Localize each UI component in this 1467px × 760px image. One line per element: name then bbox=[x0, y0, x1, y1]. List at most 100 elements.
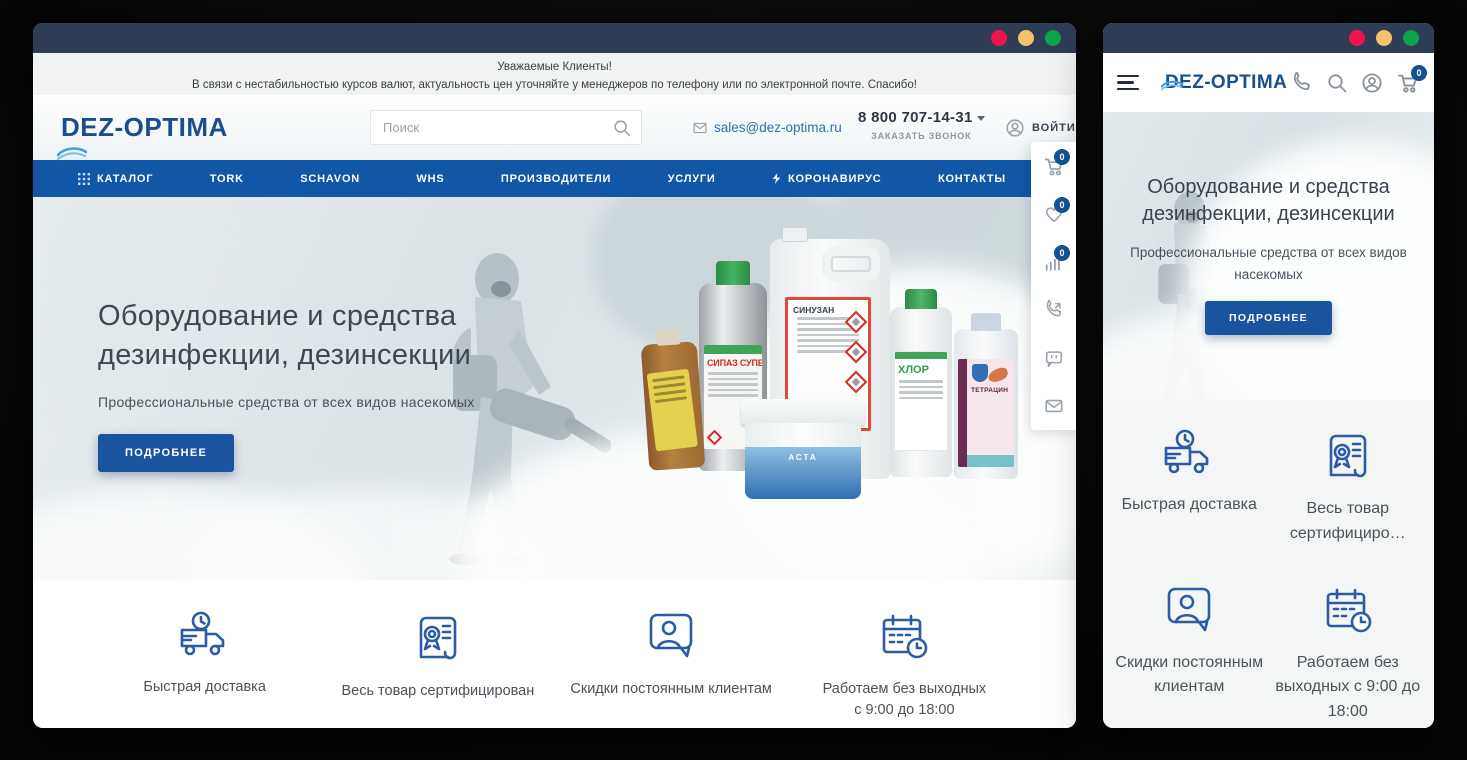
chat-panel-button[interactable] bbox=[1031, 334, 1076, 382]
chat-icon bbox=[1044, 349, 1064, 368]
hero-details-button[interactable]: ПОДРОБНЕЕ bbox=[1205, 301, 1332, 335]
product-title: АСТА bbox=[745, 447, 861, 499]
feature-label: Скидки постоянным клиентам bbox=[1113, 651, 1266, 701]
feature-delivery: Быстрая доставка bbox=[88, 610, 321, 728]
email-link[interactable]: sales@dez-optima.ru bbox=[693, 120, 842, 135]
close-window-button[interactable] bbox=[991, 30, 1007, 46]
nav-label: TORK bbox=[210, 173, 244, 185]
hero-title: Оборудование и средства дезинфекции, дез… bbox=[1119, 174, 1418, 228]
hamburger-menu-icon[interactable] bbox=[1117, 71, 1139, 95]
feature-certified: Весь товар сертифициро… bbox=[1272, 428, 1425, 550]
account-icon bbox=[1361, 72, 1383, 94]
certificate-icon bbox=[1323, 428, 1373, 482]
email-text: sales@dez-optima.ru bbox=[714, 120, 842, 135]
wishlist-panel-button[interactable]: 0 bbox=[1031, 190, 1076, 238]
mobile-browser-window: DEZ-OPTIMA bbox=[1103, 23, 1434, 728]
login-label: ВОЙТИ bbox=[1032, 122, 1076, 134]
product-bottle-hlor: ХЛОР bbox=[890, 307, 952, 477]
minimize-window-button[interactable] bbox=[1376, 30, 1392, 46]
floating-side-panel: 0 0 0 bbox=[1031, 142, 1076, 430]
product-title: ХЛОР bbox=[895, 359, 947, 378]
desktop-titlebar bbox=[33, 23, 1076, 53]
feature-schedule: Работаем без выходныхс 9:00 до 18:00 bbox=[788, 610, 1021, 728]
close-window-button[interactable] bbox=[1349, 30, 1365, 46]
nav-item-schavon[interactable]: SCHAVON bbox=[300, 173, 360, 185]
nav-label: WHS bbox=[416, 173, 444, 185]
nav-item-services[interactable]: УСЛУГИ bbox=[668, 173, 716, 185]
feature-label: Быстрая доставка bbox=[88, 677, 321, 698]
shield-icon bbox=[972, 364, 988, 382]
nav-item-whs[interactable]: WHS bbox=[416, 173, 444, 185]
nav-label: ПРОИЗВОДИТЕЛИ bbox=[501, 173, 611, 185]
notice-bar: Уважаемые Клиенты! В связи с нестабильно… bbox=[33, 53, 1076, 95]
truck-clock-icon bbox=[174, 610, 236, 660]
feature-label: Весь товар сертифицирован bbox=[321, 681, 554, 702]
grid-icon bbox=[78, 173, 90, 185]
hero-title: Оборудование и средства дезинфекции, дез… bbox=[98, 297, 475, 374]
person-chat-icon bbox=[643, 610, 699, 662]
mobile-cart-button[interactable]: 0 bbox=[1396, 72, 1420, 94]
nav-item-contacts[interactable]: КОНТАКТЫ bbox=[938, 173, 1006, 185]
product-bottle-brown bbox=[641, 341, 706, 471]
feature-certified: Весь товар сертифицирован bbox=[321, 610, 554, 728]
nav-label: КОРОНАВИРУС bbox=[788, 173, 882, 185]
product-title: ТЕТРАЦИН bbox=[971, 387, 1008, 394]
feature-discounts: Скидки постоянным клиентам bbox=[555, 610, 788, 728]
hazard-diamond-icon bbox=[707, 430, 723, 446]
lightning-icon bbox=[772, 172, 781, 185]
zoom-window-button[interactable] bbox=[1045, 30, 1061, 46]
canister-handle bbox=[822, 247, 880, 281]
main-navigation: КАТАЛОГ TORK SCHAVON WHS ПРОИЗВОДИТЕЛИ У… bbox=[33, 160, 1076, 197]
stage-background: Уважаемые Клиенты! В связи с нестабильно… bbox=[0, 0, 1467, 760]
login-button[interactable]: ВОЙТИ bbox=[1005, 118, 1076, 138]
hero-copy: Оборудование и средства дезинфекции, дез… bbox=[98, 297, 475, 472]
mobile-brand-logo[interactable]: DEZ-OPTIMA bbox=[1165, 72, 1287, 94]
nav-item-tork[interactable]: TORK bbox=[210, 173, 244, 185]
hero-details-button[interactable]: ПОДРОБНЕЕ bbox=[98, 434, 234, 472]
nav-label: КОНТАКТЫ bbox=[938, 173, 1006, 185]
callback-link[interactable]: ЗАКАЗАТЬ ЗВОНОК bbox=[858, 131, 985, 141]
mobile-titlebar bbox=[1103, 23, 1434, 53]
feature-label: Работаем без выходных с 9:00 до 18:00 bbox=[1272, 651, 1425, 725]
notice-line1: Уважаемые Клиенты! bbox=[33, 59, 1076, 77]
nav-item-catalog[interactable]: КАТАЛОГ bbox=[78, 173, 153, 185]
phone-callback-icon bbox=[1044, 300, 1064, 320]
mobile-features-grid: Быстрая доставка Весь товар сертифициро… bbox=[1103, 400, 1434, 728]
chevron-down-icon bbox=[977, 116, 985, 121]
nav-label: SCHAVON bbox=[300, 173, 360, 185]
phone-block[interactable]: 8 800 707-14-31 ЗАКАЗАТЬ ЗВОНОК bbox=[858, 109, 985, 141]
cart-count-badge: 0 bbox=[1054, 149, 1070, 165]
brand-logo[interactable]: DEZ-OPTIMA bbox=[61, 112, 228, 143]
nav-item-manufacturers[interactable]: ПРОИЗВОДИТЕЛИ bbox=[501, 173, 611, 185]
search-button[interactable] bbox=[603, 111, 641, 144]
wishlist-count-badge: 0 bbox=[1054, 197, 1070, 213]
zoom-window-button[interactable] bbox=[1403, 30, 1419, 46]
calendar-clock-icon bbox=[1320, 584, 1376, 636]
hazard-diamond-icon bbox=[845, 371, 868, 394]
cart-count-badge: 0 bbox=[1411, 65, 1427, 81]
feature-delivery: Быстрая доставка bbox=[1113, 428, 1266, 550]
feature-label: Работаем без выходныхс 9:00 до 18:00 bbox=[788, 679, 1021, 721]
mobile-account-button[interactable] bbox=[1361, 72, 1383, 94]
mobile-phone-button[interactable] bbox=[1291, 72, 1313, 94]
truck-clock-icon bbox=[1158, 428, 1220, 478]
notice-line2: В связи с нестабильностью курсов валют, … bbox=[33, 77, 1076, 95]
search-input[interactable] bbox=[371, 120, 603, 135]
feature-discounts: Скидки постоянным клиентам bbox=[1113, 584, 1266, 728]
nav-item-coronavirus[interactable]: КОРОНАВИРУС bbox=[772, 172, 882, 185]
product-tub-asta: АСТА bbox=[745, 399, 861, 499]
product-title: СИПАЗ СУПЕР bbox=[704, 354, 762, 370]
feature-label: Скидки постоянным клиентам bbox=[555, 679, 788, 700]
compare-panel-button[interactable]: 0 bbox=[1031, 238, 1076, 286]
email-panel-button[interactable] bbox=[1031, 382, 1076, 430]
minimize-window-button[interactable] bbox=[1018, 30, 1034, 46]
logo-text: DEZ-OPTIMA bbox=[1165, 72, 1287, 93]
envelope-icon bbox=[693, 122, 707, 134]
window-controls bbox=[991, 30, 1061, 46]
calendar-clock-icon bbox=[876, 610, 932, 662]
callback-panel-button[interactable] bbox=[1031, 286, 1076, 334]
cart-panel-button[interactable]: 0 bbox=[1031, 142, 1076, 190]
mobile-search-button[interactable] bbox=[1326, 72, 1348, 94]
compare-count-badge: 0 bbox=[1054, 245, 1070, 261]
search-icon bbox=[1326, 72, 1348, 94]
